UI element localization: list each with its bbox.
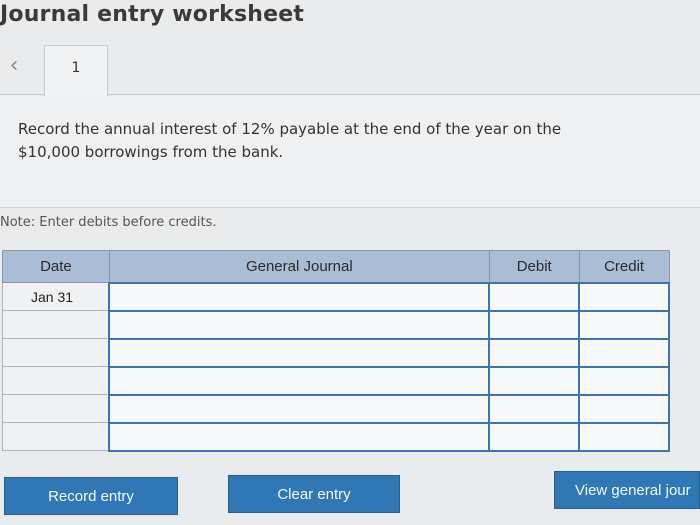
column-header-general-journal: General Journal: [108, 250, 490, 283]
table-row: [2, 337, 670, 368]
table-row: Jan 31: [2, 281, 670, 312]
credit-input[interactable]: [578, 281, 670, 312]
debit-value: [490, 284, 578, 310]
question-text-line-2: $10,000 borrowings from the bank.: [18, 143, 284, 161]
credit-input[interactable]: [578, 309, 670, 340]
debit-value: [490, 396, 578, 422]
credit-input[interactable]: [578, 365, 670, 396]
column-header-credit: Credit: [578, 250, 670, 283]
debit-value: [490, 424, 578, 450]
record-entry-button[interactable]: Record entry: [4, 477, 178, 515]
account-value: [110, 368, 488, 394]
account-value: [110, 396, 488, 422]
account-value: [110, 424, 488, 450]
date-cell: [2, 394, 110, 423]
column-header-date: Date: [2, 250, 110, 283]
account-input[interactable]: [108, 365, 491, 396]
credit-value: [580, 340, 668, 366]
credit-value: [580, 368, 668, 394]
account-value: [110, 340, 488, 366]
tab-bar: ‹ 1: [0, 45, 700, 96]
table-row: [2, 309, 670, 340]
tab-1[interactable]: 1: [44, 45, 108, 96]
date-cell: [2, 338, 110, 367]
debit-input[interactable]: [488, 365, 581, 396]
date-cell: Jan 31: [2, 282, 110, 311]
credit-value: [580, 284, 668, 310]
account-input[interactable]: [108, 421, 491, 452]
debit-value: [490, 340, 578, 366]
chevron-left-icon[interactable]: ‹: [4, 53, 24, 78]
note-text: Note: Enter debits before credits.: [0, 215, 217, 230]
date-cell: [2, 422, 110, 451]
debit-input[interactable]: [488, 309, 581, 340]
account-input[interactable]: [108, 309, 491, 340]
debit-input[interactable]: [488, 421, 581, 452]
credit-input[interactable]: [578, 421, 670, 452]
date-cell: [2, 366, 110, 395]
page-title: Journal entry worksheet: [0, 2, 305, 27]
credit-value: [580, 312, 668, 338]
account-input[interactable]: [108, 337, 491, 368]
credit-value: [580, 396, 668, 422]
debit-input[interactable]: [488, 337, 581, 368]
credit-value: [580, 424, 668, 450]
account-input[interactable]: [108, 393, 491, 424]
table-row: [2, 393, 670, 424]
column-header-debit: Debit: [488, 250, 580, 283]
account-value: [110, 284, 488, 310]
table-header-row: Date General Journal Debit Credit: [2, 250, 670, 283]
table-row: [2, 421, 670, 452]
question-text-line-1: Record the annual interest of 12% payabl…: [18, 120, 562, 138]
credit-input[interactable]: [578, 393, 670, 424]
table-row: [2, 365, 670, 396]
debit-value: [490, 312, 578, 338]
journal-table: Date General Journal Debit Credit Jan 31: [2, 250, 670, 452]
account-value: [110, 312, 488, 338]
debit-value: [490, 368, 578, 394]
date-cell: [2, 310, 110, 339]
view-general-journal-button[interactable]: View general jour: [554, 471, 700, 509]
credit-input[interactable]: [578, 337, 670, 368]
account-input[interactable]: [108, 281, 491, 312]
clear-entry-button[interactable]: Clear entry: [228, 475, 400, 513]
debit-input[interactable]: [488, 393, 581, 424]
question-panel: Record the annual interest of 12% payabl…: [0, 96, 700, 208]
debit-input[interactable]: [488, 281, 581, 312]
